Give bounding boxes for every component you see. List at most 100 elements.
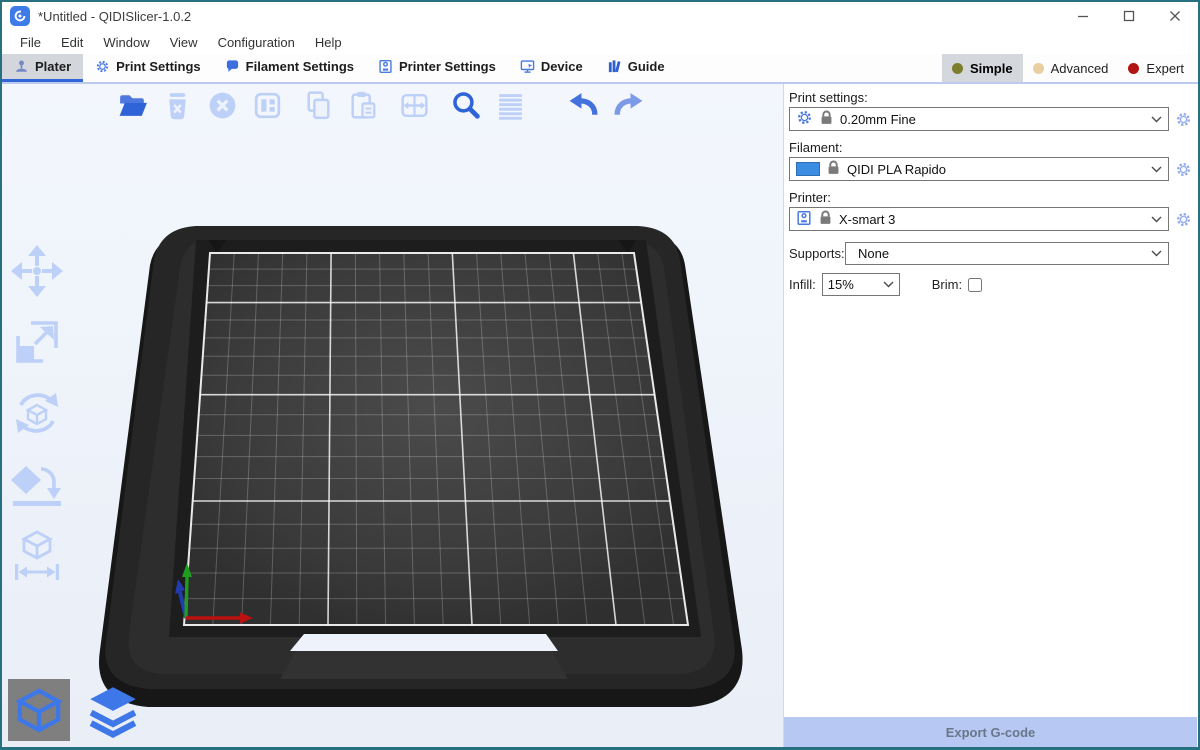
printer-gear-button[interactable] xyxy=(1174,210,1192,228)
print-settings-value: 0.20mm Fine xyxy=(840,112,1140,127)
lock-icon xyxy=(827,160,840,178)
place-on-face-icon[interactable] xyxy=(8,455,66,513)
filament-combo[interactable]: QIDI PLA Rapido xyxy=(789,157,1169,181)
printer-icon xyxy=(378,59,393,74)
app-logo-icon xyxy=(10,6,30,26)
maximize-button[interactable] xyxy=(1106,2,1152,30)
filament-value: QIDI PLA Rapido xyxy=(847,162,1140,177)
tab-plater[interactable]: Plater xyxy=(2,54,83,82)
menu-window[interactable]: Window xyxy=(93,33,159,52)
chevron-down-icon xyxy=(1151,166,1162,173)
mode-label: Simple xyxy=(970,61,1013,76)
infill-label: Infill: xyxy=(789,277,816,292)
minimize-button[interactable] xyxy=(1060,2,1106,30)
printer-row: X-smart 3 xyxy=(789,207,1192,231)
redo-icon[interactable] xyxy=(610,87,647,124)
filament-row: QIDI PLA Rapido xyxy=(789,157,1192,181)
menu-help[interactable]: Help xyxy=(305,33,352,52)
menu-edit[interactable]: Edit xyxy=(51,33,93,52)
open-icon[interactable] xyxy=(114,87,151,124)
print-settings-row: 0.20mm Fine xyxy=(789,107,1192,131)
tab-device[interactable]: Device xyxy=(508,54,595,82)
print-bed xyxy=(90,210,780,747)
split-objects-icon[interactable] xyxy=(396,87,433,124)
editor-3d-icon[interactable] xyxy=(8,679,70,741)
device-icon xyxy=(520,59,535,74)
settings-sidebar: Print settings: 0.20mm Fine Filament: QI… xyxy=(784,84,1197,747)
lock-icon xyxy=(820,110,833,128)
copy-icon[interactable] xyxy=(300,87,337,124)
gear-icon xyxy=(95,59,110,74)
tab-label: Device xyxy=(541,59,583,74)
mode-label: Advanced xyxy=(1051,61,1109,76)
search-icon[interactable] xyxy=(447,87,484,124)
tab-printer-settings[interactable]: Printer Settings xyxy=(366,54,508,82)
export-gcode-button[interactable]: Export G-code xyxy=(784,717,1197,747)
tab-label: Printer Settings xyxy=(399,59,496,74)
arrange-icon[interactable] xyxy=(249,87,286,124)
mode-label: Expert xyxy=(1146,61,1184,76)
plater-toolbar xyxy=(114,87,647,124)
delete-icon[interactable] xyxy=(159,87,196,124)
printer-label: Printer: xyxy=(789,190,1192,205)
lock-icon xyxy=(819,210,832,228)
tab-guide[interactable]: Guide xyxy=(595,54,677,82)
menu-configuration[interactable]: Configuration xyxy=(208,33,305,52)
variable-layer-height-icon[interactable] xyxy=(492,87,529,124)
measure-icon[interactable] xyxy=(8,526,66,584)
preview-layers-icon[interactable] xyxy=(82,679,144,741)
tab-filament-settings[interactable]: Filament Settings xyxy=(213,54,366,82)
mode-expert[interactable]: Expert xyxy=(1118,54,1194,82)
filament-icon xyxy=(225,59,240,74)
chevron-down-icon xyxy=(883,281,894,288)
viewport-3d[interactable] xyxy=(2,84,784,747)
advanced-dot-icon xyxy=(1033,63,1044,74)
tab-label: Plater xyxy=(35,59,71,74)
infill-value: 15% xyxy=(828,277,879,292)
paste-icon[interactable] xyxy=(345,87,382,124)
supports-value: None xyxy=(852,246,1140,261)
brim-label: Brim: xyxy=(932,277,962,292)
close-button[interactable] xyxy=(1152,2,1198,30)
printer-icon xyxy=(796,210,812,229)
move-icon[interactable] xyxy=(8,242,66,300)
tab-label: Guide xyxy=(628,59,665,74)
infill-row: Infill: 15% Brim: xyxy=(789,273,1192,296)
supports-label: Supports: xyxy=(789,246,845,261)
scale-icon[interactable] xyxy=(8,313,66,371)
guide-icon xyxy=(607,59,622,74)
tab-label: Filament Settings xyxy=(246,59,354,74)
mode-switcher: Simple Advanced Expert xyxy=(942,54,1198,82)
tab-label: Print Settings xyxy=(116,59,201,74)
gizmo-toolbar xyxy=(8,242,66,584)
tab-print-settings[interactable]: Print Settings xyxy=(83,54,213,82)
window-title: *Untitled - QIDISlicer-1.0.2 xyxy=(38,9,191,24)
filament-gear-button[interactable] xyxy=(1174,160,1192,178)
title-bar: *Untitled - QIDISlicer-1.0.2 xyxy=(2,2,1198,30)
simple-dot-icon xyxy=(952,63,963,74)
mode-advanced[interactable]: Advanced xyxy=(1023,54,1119,82)
rotate-icon[interactable] xyxy=(8,384,66,442)
app-window: *Untitled - QIDISlicer-1.0.2 File Edit W… xyxy=(0,0,1200,750)
filament-label: Filament: xyxy=(789,140,1192,155)
plater-icon xyxy=(14,59,29,74)
tab-bar: Plater Print Settings Filament Settings … xyxy=(2,54,1198,84)
print-settings-combo[interactable]: 0.20mm Fine xyxy=(789,107,1169,131)
delete-all-icon[interactable] xyxy=(204,87,241,124)
chevron-down-icon xyxy=(1151,116,1162,123)
print-settings-gear-button[interactable] xyxy=(1174,110,1192,128)
menu-view[interactable]: View xyxy=(160,33,208,52)
chevron-down-icon xyxy=(1151,250,1162,257)
gear-icon xyxy=(796,109,813,129)
supports-row: Supports: None xyxy=(789,242,1192,265)
menu-file[interactable]: File xyxy=(10,33,51,52)
mode-simple[interactable]: Simple xyxy=(942,54,1023,82)
chevron-down-icon xyxy=(1151,216,1162,223)
view-toggles xyxy=(8,679,144,741)
infill-combo[interactable]: 15% xyxy=(822,273,900,296)
menu-bar: File Edit Window View Configuration Help xyxy=(2,30,1198,54)
undo-icon[interactable] xyxy=(565,87,602,124)
brim-checkbox[interactable] xyxy=(968,278,982,292)
printer-combo[interactable]: X-smart 3 xyxy=(789,207,1169,231)
supports-combo[interactable]: None xyxy=(845,242,1169,265)
